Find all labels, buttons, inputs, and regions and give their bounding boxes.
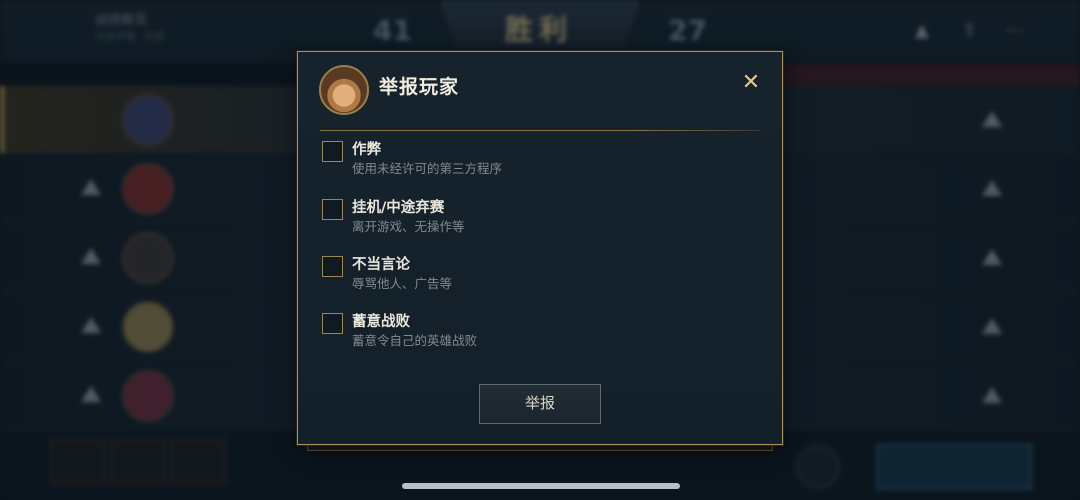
- option-description: 辱骂他人、广告等: [352, 276, 453, 291]
- report-triangle-icon[interactable]: [982, 180, 1002, 196]
- tab-detail-button[interactable]: [170, 438, 226, 484]
- avatar: [122, 301, 174, 353]
- result-banner-text: 胜利: [505, 13, 574, 46]
- report-triangle-icon[interactable]: [982, 111, 1002, 127]
- report-option-verbal-abuse[interactable]: 不当言论 辱骂他人、广告等: [322, 251, 742, 295]
- report-triangle-icon[interactable]: [982, 249, 1002, 265]
- score-right: 27: [668, 14, 707, 47]
- play-again-button[interactable]: [876, 444, 1032, 490]
- avatar: [122, 370, 174, 422]
- player-name: 战绩概览: [95, 13, 148, 28]
- checkbox[interactable]: [322, 313, 343, 334]
- tab-stats-button[interactable]: [110, 438, 166, 484]
- option-description: 蓄意令自己的英雄战败: [352, 333, 478, 348]
- report-triangle-icon[interactable]: [81, 248, 101, 264]
- report-triangle-icon[interactable]: [81, 179, 101, 195]
- report-triangle-icon[interactable]: [982, 318, 1002, 334]
- report-triangle-icon[interactable]: [982, 387, 1002, 403]
- option-description: 使用未经许可的第三方程序: [352, 161, 503, 176]
- more-icon[interactable]: ⋯: [1006, 20, 1024, 41]
- player-subtitle: 分段详情 · 玩家: [95, 32, 165, 43]
- avatar: [122, 94, 174, 146]
- stats-header-strip: [780, 64, 1080, 86]
- report-option-cheating[interactable]: 作弊 使用未经许可的第三方程序: [322, 136, 742, 180]
- avatar: [122, 163, 174, 215]
- close-button[interactable]: ✕: [739, 71, 763, 95]
- report-option-afk[interactable]: 挂机/中途弃赛 离开游戏、无操作等: [322, 194, 742, 238]
- home-button[interactable]: [796, 445, 840, 489]
- option-label: 挂机/中途弃赛: [352, 200, 445, 216]
- home-indicator[interactable]: [402, 483, 680, 489]
- dialog-base-decoration: [307, 445, 773, 451]
- checkbox[interactable]: [322, 199, 343, 220]
- score-left: 41: [373, 14, 412, 47]
- submit-report-button[interactable]: 举报: [479, 384, 601, 424]
- avatar: [122, 232, 174, 284]
- dialog-title: 举报玩家: [379, 76, 460, 98]
- checkbox[interactable]: [322, 256, 343, 277]
- reported-player-avatar: [319, 65, 369, 115]
- share-icon[interactable]: ⇪: [962, 20, 977, 41]
- tab-data-button[interactable]: [50, 438, 106, 484]
- report-triangle-icon[interactable]: [81, 317, 101, 333]
- option-description: 离开游戏、无操作等: [352, 219, 465, 234]
- report-player-dialog: 举报玩家 ✕ 作弊 使用未经许可的第三方程序 挂机/中途弃赛 离开游戏、无操作等…: [297, 51, 783, 445]
- option-label: 蓄意战败: [352, 314, 410, 330]
- report-triangle-icon[interactable]: [81, 386, 101, 402]
- checkbox[interactable]: [322, 141, 343, 162]
- report-option-intentional-feeding[interactable]: 蓄意战败 蓄意令自己的英雄战败: [322, 308, 742, 352]
- warning-icon[interactable]: ▲: [915, 20, 929, 41]
- option-label: 作弊: [352, 142, 381, 158]
- title-divider: [320, 130, 761, 131]
- option-label: 不当言论: [352, 257, 410, 273]
